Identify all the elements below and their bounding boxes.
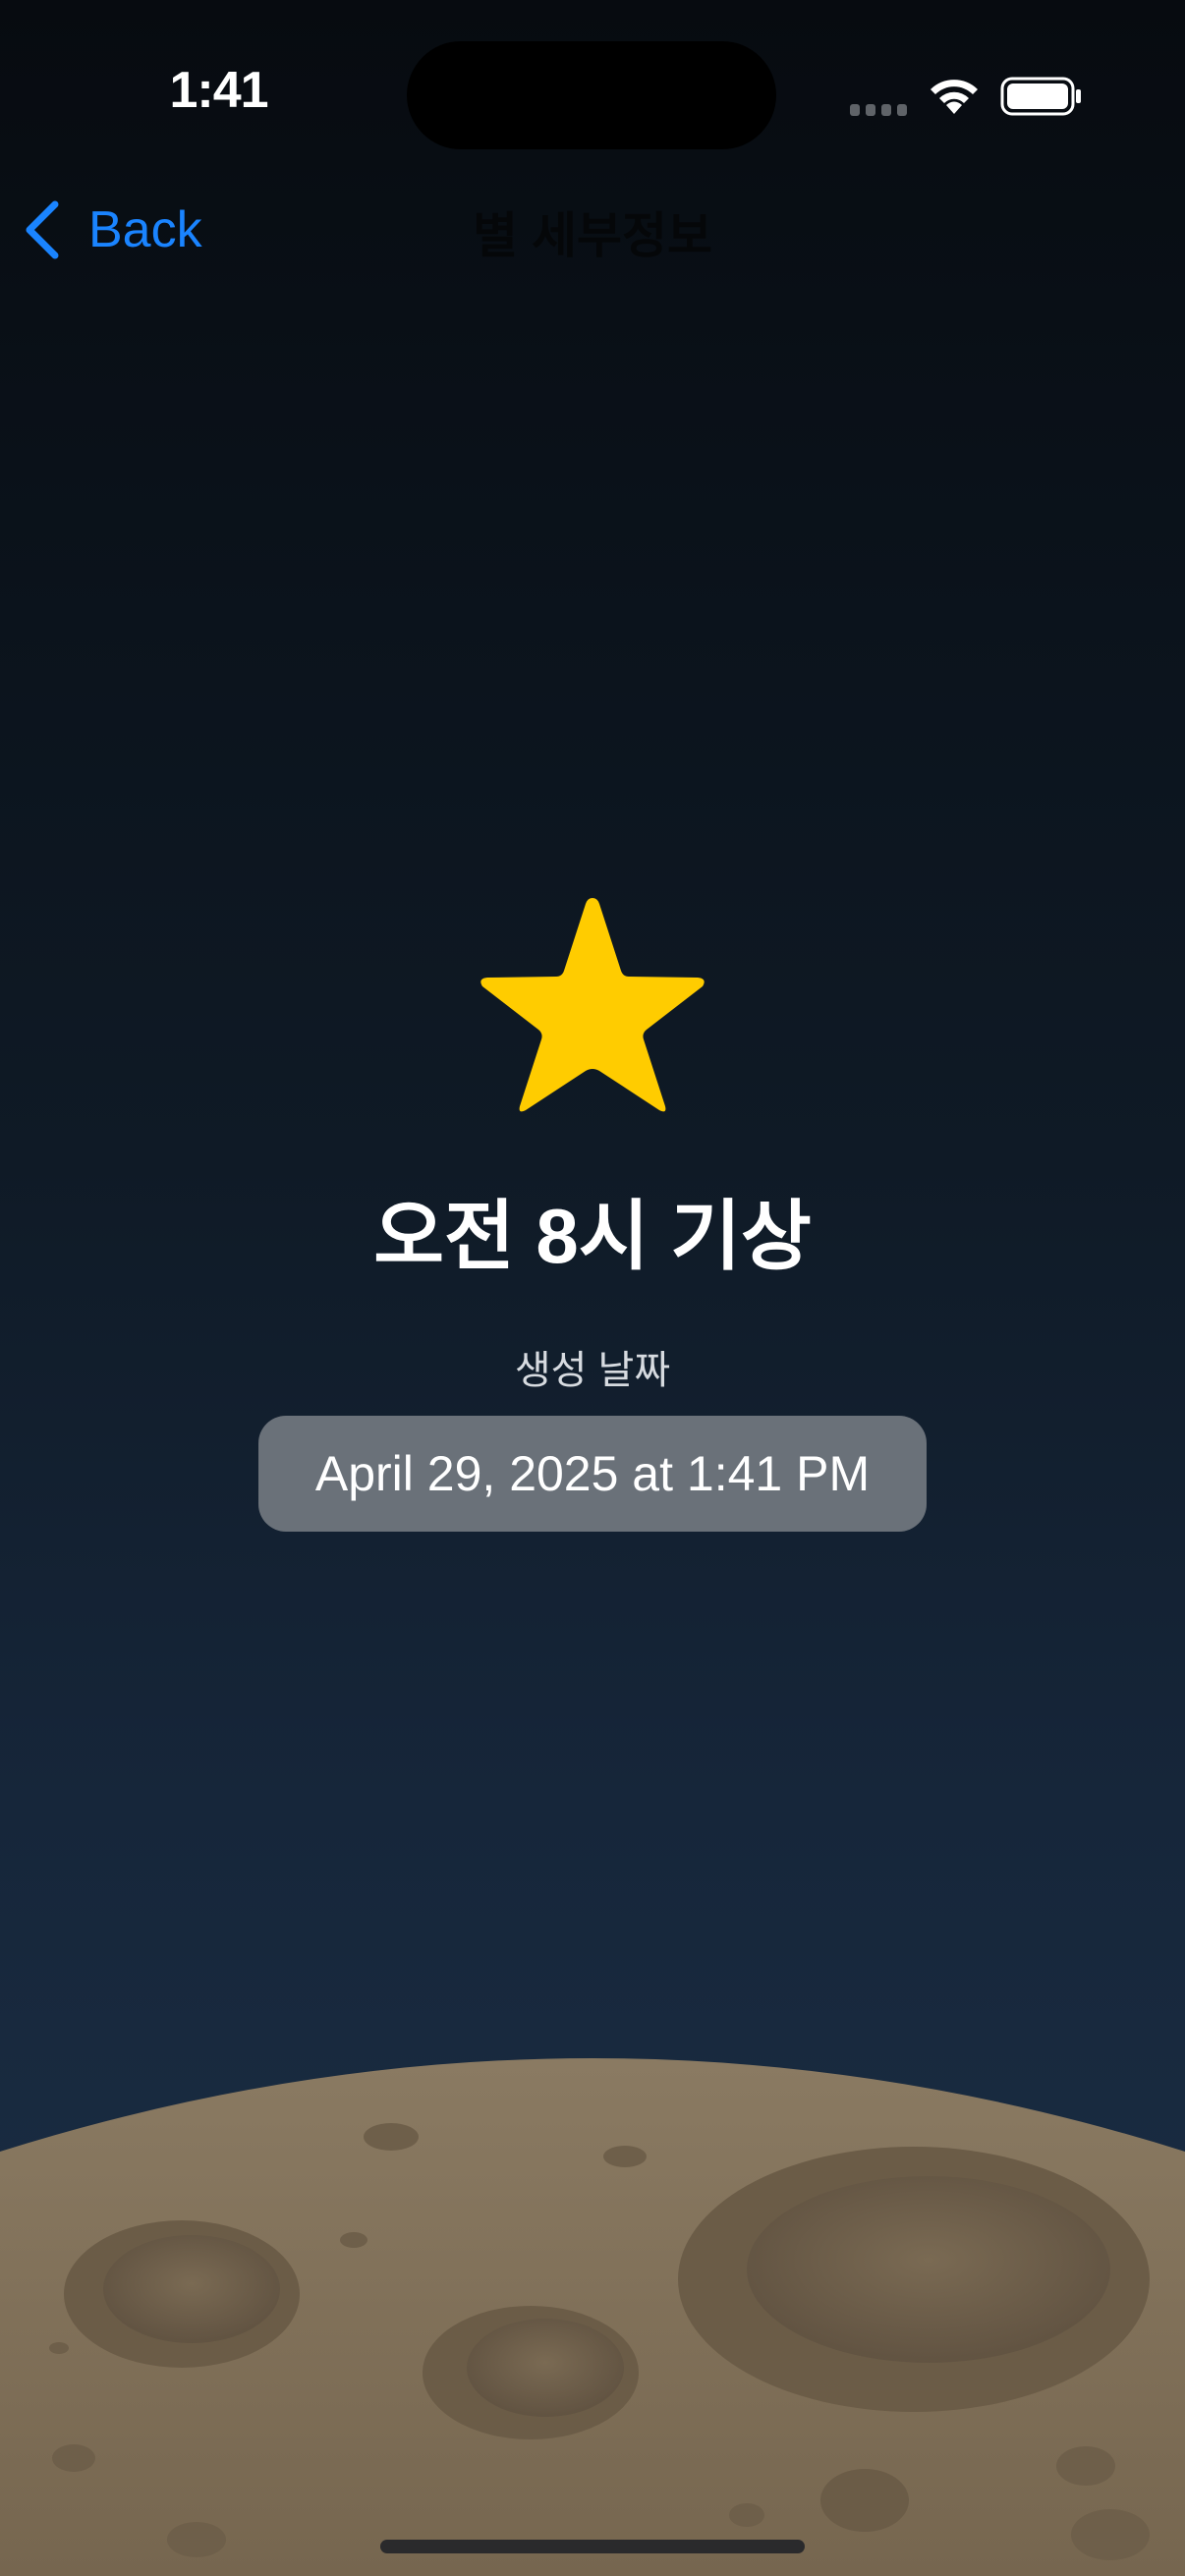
status-time: 1:41 — [169, 62, 268, 119]
cellular-dots-icon — [850, 104, 907, 116]
chevron-left-icon — [26, 200, 59, 259]
battery-icon — [1000, 77, 1081, 116]
back-label: Back — [88, 201, 202, 258]
back-button[interactable]: Back — [22, 193, 202, 267]
star-icon — [480, 898, 705, 1112]
created-date-value: April 29, 2025 at 1:41 PM — [314, 1446, 871, 1501]
nav-title: 별 세부정보 — [473, 208, 712, 263]
star-title: 오전 8시 기상 — [373, 1193, 812, 1279]
created-date-picker[interactable]: April 29, 2025 at 1:41 PM — [258, 1416, 927, 1532]
created-date-label: 생성 날짜 — [514, 1349, 671, 1392]
moon-surface-illustration — [0, 2058, 1185, 2576]
home-indicator[interactable] — [380, 2540, 805, 2553]
wifi-icon — [931, 80, 978, 114]
dynamic-island — [407, 41, 776, 149]
